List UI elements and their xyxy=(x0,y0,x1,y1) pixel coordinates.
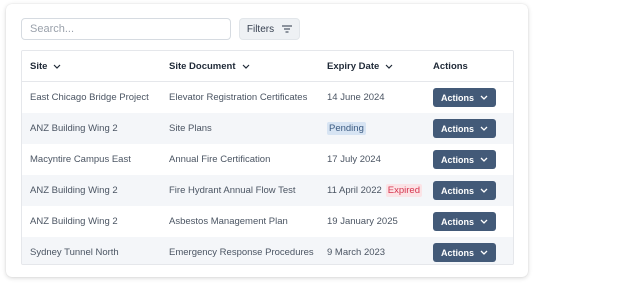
site-cell: ANZ Building Wing 2 xyxy=(30,123,118,134)
site-cell: East Chicago Bridge Project xyxy=(30,92,149,103)
site-cell: ANZ Building Wing 2 xyxy=(30,216,118,227)
filters-button[interactable]: Filters xyxy=(239,18,300,40)
chevron-down-icon xyxy=(480,126,488,131)
expiry-date: 19 January 2025 xyxy=(327,216,398,227)
actions-button-label: Actions xyxy=(440,185,474,196)
expiry-date: 9 March 2023 xyxy=(327,247,386,258)
actions-cell: Actions xyxy=(426,243,506,262)
table-row: ANZ Building Wing 2 Asbestos Management … xyxy=(22,206,513,237)
search-input[interactable] xyxy=(21,18,231,40)
site-cell: ANZ Building Wing 2 xyxy=(30,185,118,196)
actions-button[interactable]: Actions xyxy=(433,181,496,200)
document-cell: Fire Hydrant Annual Flow Test xyxy=(169,185,296,196)
document-cell: Site Plans xyxy=(169,123,212,134)
status-badge-expired: Expired xyxy=(385,184,422,197)
document-cell: Annual Fire Certification xyxy=(169,154,271,165)
expiry-cell: 11 April 2022 Expired xyxy=(319,184,426,197)
document-cell: Emergency Response Procedures xyxy=(169,247,314,258)
document-cell: Asbestos Management Plan xyxy=(169,216,288,227)
actions-button[interactable]: Actions xyxy=(433,150,496,169)
header-document-label: Site Document xyxy=(169,60,236,72)
expiry-cell: Pending xyxy=(319,122,426,135)
table-row: Sydney Tunnel North Emergency Response P… xyxy=(22,237,513,264)
filters-label: Filters xyxy=(246,23,275,35)
expiry-date: 11 April 2022 xyxy=(327,185,382,196)
expiry-date: 14 June 2024 xyxy=(327,92,385,103)
site-cell: Sydney Tunnel North xyxy=(30,247,119,258)
actions-button-label: Actions xyxy=(440,216,474,227)
filter-icon xyxy=(282,25,293,33)
chevron-down-icon xyxy=(480,95,488,100)
expiry-cell: 19 January 2025 xyxy=(319,216,426,227)
header-site-label: Site xyxy=(30,60,48,72)
actions-button-label: Actions xyxy=(440,154,474,165)
chevron-down-icon xyxy=(54,64,61,69)
table-row: East Chicago Bridge Project Elevator Reg… xyxy=(22,82,513,113)
header-expiry-label: Expiry Date xyxy=(327,60,380,72)
chevron-down-icon xyxy=(480,188,488,193)
chevron-down-icon xyxy=(385,64,393,69)
documents-table: Site Site Document Expiry Date Actions E… xyxy=(21,50,514,265)
actions-cell: Actions xyxy=(426,181,506,200)
expiry-cell: 14 June 2024 xyxy=(319,92,426,103)
actions-button-label: Actions xyxy=(440,247,474,258)
actions-button[interactable]: Actions xyxy=(433,212,496,231)
expiry-cell: 9 March 2023 xyxy=(319,247,426,258)
table-row: Macyntire Campus East Annual Fire Certif… xyxy=(22,144,513,175)
header-actions-label: Actions xyxy=(433,60,468,72)
chevron-down-icon xyxy=(242,64,249,69)
actions-button[interactable]: Actions xyxy=(433,243,496,262)
table-row: ANZ Building Wing 2 Fire Hydrant Annual … xyxy=(22,175,513,206)
actions-cell: Actions xyxy=(426,212,506,231)
document-cell: Elevator Registration Certificates xyxy=(169,92,308,103)
actions-button[interactable]: Actions xyxy=(433,88,496,107)
header-expiry[interactable]: Expiry Date xyxy=(319,61,426,72)
chevron-down-icon xyxy=(480,219,488,224)
table-header: Site Site Document Expiry Date Actions xyxy=(22,51,513,82)
actions-button-label: Actions xyxy=(440,92,474,103)
actions-button[interactable]: Actions xyxy=(433,119,496,138)
chevron-down-icon xyxy=(480,250,488,255)
site-cell: Macyntire Campus East xyxy=(30,154,131,165)
chevron-down-icon xyxy=(480,157,488,162)
header-document[interactable]: Site Document xyxy=(161,61,319,72)
header-actions: Actions xyxy=(426,61,506,72)
actions-cell: Actions xyxy=(426,150,506,169)
actions-cell: Actions xyxy=(426,88,506,107)
actions-button-label: Actions xyxy=(440,123,474,134)
header-site[interactable]: Site xyxy=(22,61,161,72)
status-badge-pending: Pending xyxy=(327,122,366,135)
documents-card: Filters Site Site Document Expiry Date A… xyxy=(6,4,528,277)
table-row: ANZ Building Wing 2 Site Plans Pending A… xyxy=(22,113,513,144)
actions-cell: Actions xyxy=(426,119,506,138)
expiry-cell: 17 July 2024 xyxy=(319,154,426,165)
expiry-date: 17 July 2024 xyxy=(327,154,381,165)
